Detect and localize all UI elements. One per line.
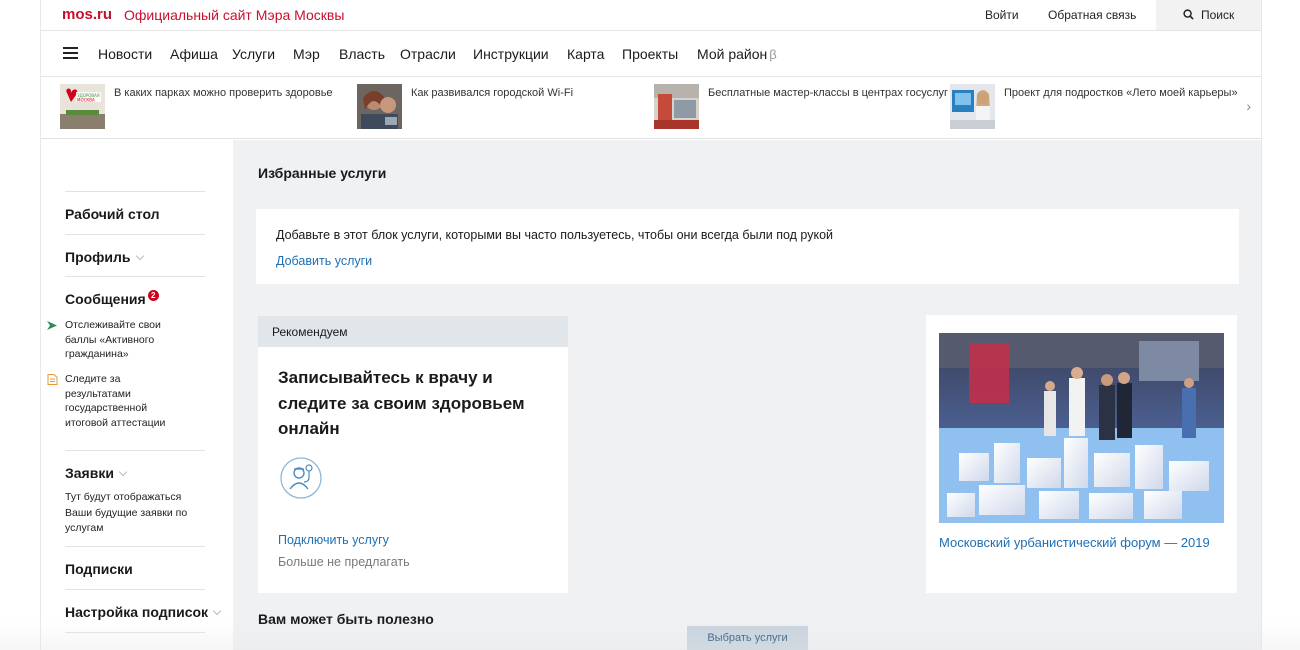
nav-item-map[interactable]: Карта <box>567 46 604 62</box>
urban-forum-photo[interactable] <box>939 333 1224 523</box>
search-icon <box>1183 9 1194 20</box>
urban-forum-link[interactable]: Московский урбанистический форум — 2019 <box>939 535 1210 550</box>
promo-card: Московский урбанистический форум — 2019 <box>926 315 1237 593</box>
news-title: Как развивался городской Wi-Fi <box>411 87 574 99</box>
sidebar-divider <box>65 589 205 590</box>
sidebar-divider <box>65 546 205 547</box>
nav-item-mayor[interactable]: Мэр <box>293 46 320 62</box>
news-item[interactable]: Бесплатные мастер-классы в центрах госус… <box>654 82 948 134</box>
news-item[interactable]: ЗДОРОВАЯ МОСКВА В каких парках можно про… <box>60 82 350 134</box>
favorites-empty-text: Добавьте в этот блок услуги, которыми вы… <box>276 228 834 242</box>
nav-item-projects[interactable]: Проекты <box>622 46 678 62</box>
doctor-icon <box>280 457 322 499</box>
sidebar-item-requests-label: Заявки <box>65 465 114 481</box>
recommendation-label: Рекомендуем <box>272 325 348 339</box>
site-title[interactable]: Официальный сайт Мэра Москвы <box>124 7 344 23</box>
nav-item-my-district-label: Мой район <box>697 46 768 62</box>
nav-item-sectors[interactable]: Отрасли <box>400 46 456 62</box>
sidebar-item-subscription-settings-label: Настройка подписок <box>65 604 209 620</box>
main-nav: Новости Афиша Услуги Мэр Власть Отрасли … <box>41 31 1261 77</box>
sidebar-divider <box>65 191 205 192</box>
exam-results-document-icon <box>47 374 58 385</box>
chevron-down-icon <box>212 606 222 616</box>
menu-burger-icon[interactable] <box>63 47 78 59</box>
active-citizen-arrow-icon <box>47 321 57 330</box>
favorites-section-title: Избранные услуги <box>258 165 387 181</box>
news-strip: ЗДОРОВАЯ МОСКВА В каких парках можно про… <box>41 78 1261 139</box>
active-citizen-note[interactable]: Отслеживайте свои баллы «Активного гражд… <box>65 318 180 362</box>
news-title: В каких парках можно проверить здоровье <box>114 87 333 99</box>
sidebar-divider <box>65 234 205 235</box>
news-item[interactable]: Проект для подростков «Лето моей карьеры… <box>950 82 1240 134</box>
search-button[interactable]: Поиск <box>1156 0 1261 30</box>
sidebar-item-requests[interactable]: Заявки <box>65 465 128 481</box>
sidebar-item-subscription-settings[interactable]: Настройка подписок <box>65 604 222 620</box>
sidebar-item-messages[interactable]: Сообщения 2 <box>65 290 159 307</box>
page-frame: mos.ru Официальный сайт Мэра Москвы Войт… <box>40 0 1262 650</box>
recommendation-card: Рекомендуем Записывайтесь к врачу и след… <box>258 316 568 593</box>
useful-section-title: Вам может быть полезно <box>258 611 434 627</box>
news-thumbnail-masterclass <box>654 84 699 129</box>
thumb-label-line2: МОСКВА <box>77 98 95 103</box>
news-thumbnail-healthy-moscow: ЗДОРОВАЯ МОСКВА <box>60 84 105 129</box>
news-next-arrow-icon[interactable]: › <box>1246 98 1251 114</box>
sidebar-divider <box>65 276 205 277</box>
login-link[interactable]: Войти <box>985 8 1019 22</box>
news-item[interactable]: Как развивался городской Wi-Fi <box>357 82 647 134</box>
connect-service-link[interactable]: Подключить услугу <box>278 533 389 547</box>
account-sidebar: Рабочий стол Профиль Сообщения 2 Отслежив… <box>41 140 233 650</box>
chevron-down-icon <box>118 467 128 477</box>
nav-item-afisha[interactable]: Афиша <box>170 46 218 62</box>
search-label: Поиск <box>1201 8 1235 22</box>
sidebar-item-profile-label: Профиль <box>65 249 131 265</box>
news-title: Проект для подростков «Лето моей карьеры… <box>1004 87 1238 99</box>
site-logo[interactable]: mos.ru <box>62 6 112 23</box>
sidebar-item-subscriptions[interactable]: Подписки <box>65 561 133 577</box>
nav-item-news[interactable]: Новости <box>98 46 152 62</box>
sidebar-divider <box>65 632 205 633</box>
sidebar-divider <box>65 450 205 451</box>
recommendation-title: Записывайтесь к врачу и следите за своим… <box>278 368 525 438</box>
news-thumbnail-summer-career <box>950 84 995 129</box>
nav-item-services[interactable]: Услуги <box>232 46 275 62</box>
beta-mark: β <box>769 47 777 62</box>
news-title: Бесплатные мастер-классы в центрах госус… <box>708 87 949 99</box>
messages-count-badge: 2 <box>147 290 159 301</box>
add-services-link[interactable]: Добавить услуги <box>276 254 372 268</box>
nav-item-instructions[interactable]: Инструкции <box>473 46 549 62</box>
chevron-down-icon <box>135 251 144 261</box>
feedback-link[interactable]: Обратная связь <box>1048 8 1136 22</box>
nav-item-my-district[interactable]: Мой район β <box>697 46 777 62</box>
top-bar: mos.ru Официальный сайт Мэра Москвы Войт… <box>41 0 1261 31</box>
sidebar-item-messages-label: Сообщения <box>65 291 146 307</box>
sidebar-item-profile[interactable]: Профиль <box>65 249 144 265</box>
recommendation-header: Рекомендуем <box>258 316 568 347</box>
exam-results-note[interactable]: Следите за результатами государственной … <box>65 372 180 430</box>
dont-suggest-link[interactable]: Больше не предлагать <box>278 555 410 569</box>
sidebar-item-desktop[interactable]: Рабочий стол <box>65 206 160 222</box>
news-thumbnail-wifi <box>357 84 402 129</box>
favorites-card: Добавьте в этот блок услуги, которыми вы… <box>256 209 1239 284</box>
nav-item-government[interactable]: Власть <box>339 46 385 62</box>
main-content: Избранные услуги Добавьте в этот блок ус… <box>233 140 1261 650</box>
select-services-button[interactable]: Выбрать услуги <box>687 626 808 650</box>
requests-note: Тут будут отображаться Ваши будущие заяв… <box>65 491 188 534</box>
